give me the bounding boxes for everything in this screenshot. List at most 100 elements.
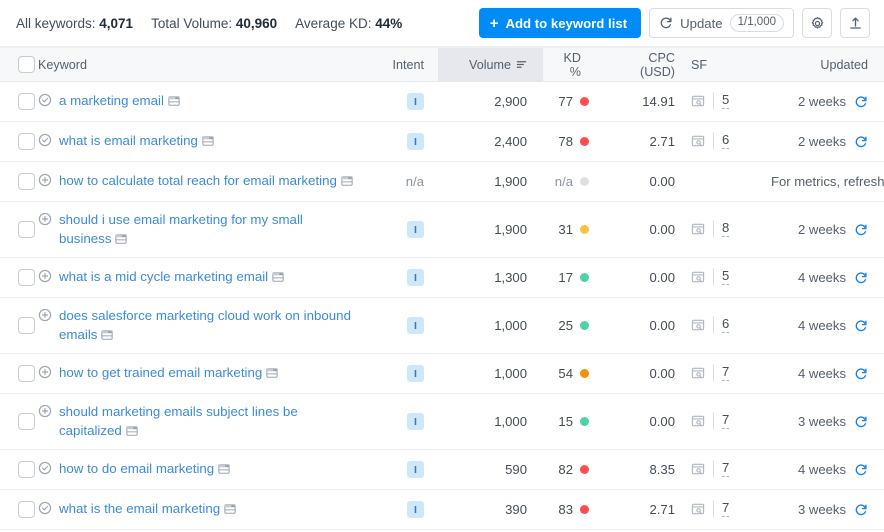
sf-cell-content: 7 — [691, 500, 729, 517]
serp-preview-icon[interactable] — [691, 366, 705, 380]
refresh-row-icon[interactable] — [854, 503, 868, 517]
keyword-link[interactable]: should marketing emails subject lines be… — [59, 402, 359, 442]
check-circle-icon[interactable] — [38, 133, 52, 147]
table-row[interactable]: how to do email marketingI590828.3574 we… — [0, 450, 884, 490]
export-button[interactable] — [840, 8, 870, 38]
row-checkbox[interactable] — [18, 317, 35, 334]
intent-badge[interactable]: I — [407, 133, 424, 150]
header-keyword[interactable]: Keyword — [34, 48, 382, 82]
keyword-cell: should i use email marketing for my smal… — [34, 202, 382, 258]
serp-preview-icon[interactable] — [691, 318, 705, 332]
row-checkbox[interactable] — [18, 501, 35, 518]
sf-count[interactable]: 8 — [722, 220, 729, 237]
plus-circle-icon[interactable] — [38, 365, 52, 379]
table-row[interactable]: a marketing emailI2,9007714.9152 weeks — [0, 82, 884, 122]
updated-cell: 2 weeks — [761, 82, 884, 122]
serp-preview-icon[interactable] — [691, 134, 705, 148]
keyword-link[interactable]: how to calculate total reach for email m… — [59, 171, 353, 192]
refresh-row-icon[interactable] — [854, 367, 868, 381]
header-intent[interactable]: Intent — [382, 48, 438, 82]
serp-preview-icon[interactable] — [691, 462, 705, 476]
row-checkbox[interactable] — [18, 173, 35, 190]
refresh-row-icon[interactable] — [854, 95, 868, 109]
update-button[interactable]: Update 1/1,000 — [649, 8, 794, 38]
refresh-row-icon[interactable] — [854, 271, 868, 285]
row-checkbox[interactable] — [18, 269, 35, 286]
keyword-link[interactable]: what is a mid cycle marketing email — [59, 267, 284, 288]
plus-circle-icon[interactable] — [38, 404, 52, 418]
sf-count[interactable]: 7 — [722, 364, 729, 381]
select-all-checkbox[interactable] — [18, 56, 35, 73]
row-checkbox[interactable] — [18, 365, 35, 382]
plus-circle-icon[interactable] — [38, 269, 52, 283]
refresh-row-icon[interactable] — [854, 319, 868, 333]
sf-count[interactable]: 6 — [722, 316, 729, 333]
table-row[interactable]: what is a mid cycle marketing emailI1,30… — [0, 258, 884, 298]
plus-circle-icon[interactable] — [38, 212, 52, 226]
header-volume[interactable]: Volume — [438, 48, 543, 82]
updated-text: 2 weeks — [798, 94, 846, 109]
refresh-row-icon[interactable] — [854, 223, 868, 237]
keyword-link[interactable]: should i use email marketing for my smal… — [59, 210, 359, 250]
serp-preview-icon[interactable] — [691, 94, 705, 108]
check-circle-icon[interactable] — [38, 461, 52, 475]
header-sf[interactable]: SF — [683, 48, 761, 82]
refresh-row-icon[interactable] — [854, 415, 868, 429]
row-checkbox[interactable] — [18, 461, 35, 478]
table-row[interactable]: should marketing emails subject lines be… — [0, 394, 884, 450]
sf-cell: 5 — [683, 258, 761, 298]
row-checkbox[interactable] — [18, 93, 35, 110]
table-row[interactable]: what is the email marketingI390832.7173 … — [0, 490, 884, 530]
table-row[interactable]: how to calculate total reach for email m… — [0, 162, 884, 202]
sf-count[interactable]: 5 — [722, 268, 729, 285]
table-row[interactable]: what is email marketingI2,400782.7162 we… — [0, 122, 884, 162]
summary-stat: Average KD: 44% — [295, 16, 402, 31]
serp-preview-icon[interactable] — [691, 270, 705, 284]
check-circle-icon[interactable] — [38, 501, 52, 515]
header-updated[interactable]: Updated — [761, 48, 884, 82]
header-cpc[interactable]: CPC (USD) — [603, 48, 683, 82]
sf-count[interactable]: 5 — [722, 92, 729, 109]
intent-badge[interactable]: I — [407, 221, 424, 238]
table-row[interactable]: should i use email marketing for my smal… — [0, 202, 884, 258]
add-to-keyword-list-button[interactable]: + Add to keyword list — [479, 8, 641, 38]
sf-count[interactable]: 7 — [722, 460, 729, 477]
keyword-link[interactable]: does salesforce marketing cloud work on … — [59, 306, 359, 346]
serp-preview-icon[interactable] — [691, 502, 705, 516]
row-checkbox[interactable] — [18, 133, 35, 150]
intent-badge[interactable]: I — [407, 93, 424, 110]
intent-badge[interactable]: I — [407, 269, 424, 286]
keyword-link[interactable]: what is email marketing — [59, 131, 214, 152]
intent-badge[interactable]: I — [407, 317, 424, 334]
kd-difficulty-dot — [580, 177, 589, 186]
intent-badge[interactable]: I — [407, 461, 424, 478]
row-checkbox[interactable] — [18, 221, 35, 238]
refresh-row-icon[interactable] — [854, 463, 868, 477]
serp-preview-icon[interactable] — [691, 222, 705, 236]
intent-cell: I — [382, 122, 438, 162]
sf-count[interactable]: 6 — [722, 132, 729, 149]
row-checkbox[interactable] — [18, 413, 35, 430]
check-circle-icon[interactable] — [38, 93, 52, 107]
intent-badge[interactable]: I — [407, 413, 424, 430]
sf-count[interactable]: 7 — [722, 500, 729, 517]
kd-difficulty-dot — [580, 417, 589, 426]
serp-preview-icon[interactable] — [691, 414, 705, 428]
plus-circle-icon[interactable] — [38, 308, 52, 322]
refresh-row-icon[interactable] — [854, 135, 868, 149]
header-kd[interactable]: KD % — [543, 48, 603, 82]
keyword-link[interactable]: how to do email marketing — [59, 459, 230, 480]
settings-button[interactable] — [802, 8, 832, 38]
sf-count[interactable]: 7 — [722, 412, 729, 429]
intent-badge[interactable]: I — [407, 501, 424, 518]
intent-cell: n/a — [382, 162, 438, 202]
keyword-link[interactable]: how to get trained email marketing — [59, 363, 278, 384]
plus-circle-icon[interactable] — [38, 173, 52, 187]
table-row[interactable]: how to get trained email marketingI1,000… — [0, 354, 884, 394]
kd-cell: 83 — [543, 490, 603, 530]
keyword-link[interactable]: a marketing email — [59, 91, 180, 112]
intent-badge[interactable]: I — [407, 365, 424, 382]
sf-divider — [713, 268, 714, 285]
table-row[interactable]: does salesforce marketing cloud work on … — [0, 298, 884, 354]
keyword-link[interactable]: what is the email marketing — [59, 499, 236, 520]
